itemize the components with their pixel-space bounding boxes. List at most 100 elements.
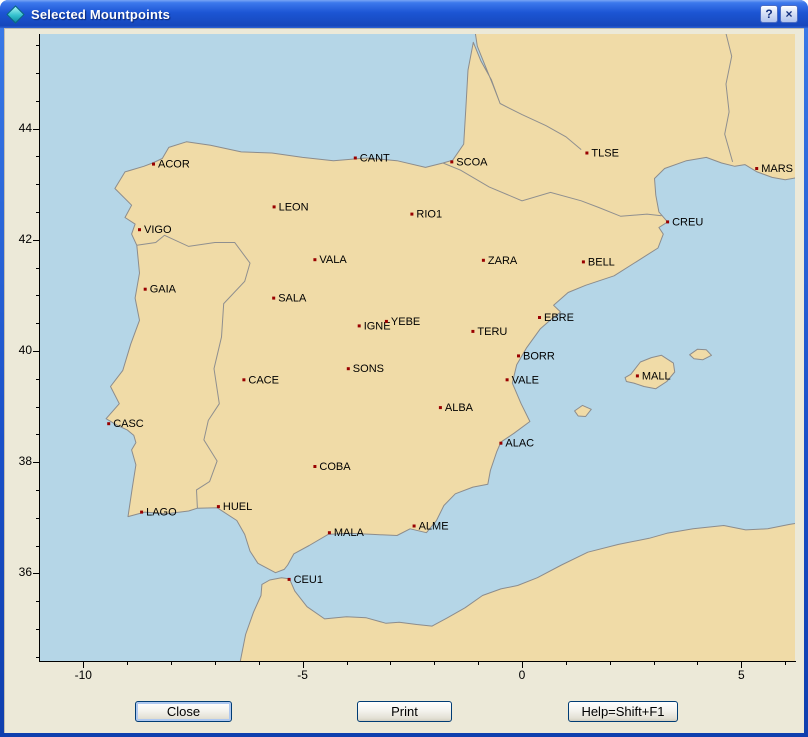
y-minor-tick	[36, 657, 39, 658]
station-marker	[636, 374, 639, 377]
station-COBA: COBA	[313, 461, 351, 473]
station-marker	[666, 220, 669, 223]
close-icon[interactable]: ×	[780, 5, 798, 23]
y-minor-tick	[36, 379, 39, 380]
station-SCOA: SCOA	[450, 156, 488, 168]
station-marker	[439, 406, 442, 409]
landmass-iberia-france	[106, 34, 795, 573]
y-minor-tick	[36, 601, 39, 602]
station-label: ACOR	[158, 159, 190, 171]
x-minor-tick	[697, 662, 698, 665]
y-tick-label: 40	[4, 343, 32, 358]
y-minor-tick	[36, 73, 39, 74]
x-minor-tick	[347, 662, 348, 665]
x-tick-label: -5	[283, 668, 323, 683]
y-minor-tick	[36, 212, 39, 213]
app-icon	[6, 5, 24, 23]
y-major-tick	[33, 129, 39, 130]
station-marker	[354, 157, 357, 160]
station-marker	[506, 378, 509, 381]
station-SALA: SALA	[272, 293, 307, 305]
station-marker	[385, 320, 388, 323]
station-TLSE: TLSE	[585, 148, 619, 160]
station-CANT: CANT	[354, 153, 390, 165]
station-VIGO: VIGO	[138, 224, 172, 236]
selected-mountpoints-window: Selected Mountpoints ? × ACOR CANT SCOA TLS…	[0, 0, 808, 737]
station-label: MARS	[761, 163, 793, 175]
station-label: TERU	[477, 326, 507, 338]
station-marker	[755, 167, 758, 170]
station-marker	[410, 213, 413, 216]
window-title: Selected Mountpoints	[31, 7, 170, 22]
station-marker	[152, 163, 155, 166]
close-button[interactable]: Close	[135, 701, 232, 722]
dialog-client-area: ACORCANTSCOATLSEMARSLEONRIO1CREUVIGOVALA…	[4, 28, 804, 733]
station-label: MALL	[642, 370, 671, 382]
station-marker	[107, 422, 110, 425]
station-marker	[517, 354, 520, 357]
station-ALME: ALME	[413, 521, 449, 533]
station-YEBE: YEBE	[385, 316, 420, 328]
station-label: SCOA	[456, 156, 488, 168]
station-marker	[217, 505, 220, 508]
station-MALA: MALA	[328, 527, 365, 539]
y-major-tick	[33, 351, 39, 352]
y-minor-tick	[36, 407, 39, 408]
y-tick-label: 38	[4, 454, 32, 469]
x-minor-tick	[566, 662, 567, 665]
station-label: GAIA	[150, 284, 177, 296]
station-CASC: CASC	[107, 418, 144, 430]
print-button[interactable]: Print	[357, 701, 452, 722]
x-minor-tick	[654, 662, 655, 665]
station-label: VALA	[319, 254, 347, 266]
station-marker	[144, 288, 147, 291]
y-minor-tick	[36, 268, 39, 269]
station-ALAC: ALAC	[499, 438, 534, 450]
station-CACE: CACE	[242, 374, 279, 386]
station-marker	[272, 297, 275, 300]
y-major-tick	[33, 240, 39, 241]
station-marker	[273, 205, 276, 208]
x-minor-tick	[259, 662, 260, 665]
station-marker	[140, 511, 143, 514]
station-CEU1: CEU1	[288, 574, 323, 586]
station-label: CASC	[113, 418, 144, 430]
x-minor-tick	[610, 662, 611, 665]
station-label: YEBE	[391, 316, 420, 328]
station-marker	[499, 442, 502, 445]
station-label: BELL	[588, 256, 615, 268]
station-marker	[482, 259, 485, 262]
station-ZARA: ZARA	[482, 255, 518, 267]
y-tick-label: 42	[4, 232, 32, 247]
title-bar[interactable]: Selected Mountpoints ? ×	[0, 0, 808, 28]
y-minor-tick	[36, 629, 39, 630]
station-marker	[242, 378, 245, 381]
station-marker	[313, 258, 316, 261]
station-VALA: VALA	[313, 254, 347, 266]
station-MALL: MALL	[636, 370, 671, 382]
station-CREU: CREU	[666, 216, 703, 228]
station-label: SALA	[278, 293, 307, 305]
station-label: ALAC	[505, 438, 534, 450]
station-marker	[413, 525, 416, 528]
station-label: ALME	[419, 521, 449, 533]
help-icon[interactable]: ?	[760, 5, 778, 23]
station-label: VALE	[512, 374, 539, 386]
station-marker	[471, 330, 474, 333]
station-TERU: TERU	[471, 326, 507, 338]
station-LAGO: LAGO	[140, 507, 177, 519]
station-BORR: BORR	[517, 350, 555, 362]
station-label: CACE	[248, 374, 279, 386]
mountpoint-map: ACORCANTSCOATLSEMARSLEONRIO1CREUVIGOVALA…	[40, 34, 795, 661]
help-shortcut-button[interactable]: Help=Shift+F1	[568, 701, 678, 722]
landmass-menorca	[690, 349, 712, 360]
x-minor-tick	[390, 662, 391, 665]
x-minor-tick	[478, 662, 479, 665]
station-marker	[585, 152, 588, 155]
station-MARS: MARS	[755, 163, 793, 175]
y-tick-label: 44	[4, 121, 32, 136]
station-LEON: LEON	[273, 201, 309, 213]
station-marker	[313, 465, 316, 468]
x-axis-line	[39, 661, 796, 662]
y-minor-tick	[36, 518, 39, 519]
